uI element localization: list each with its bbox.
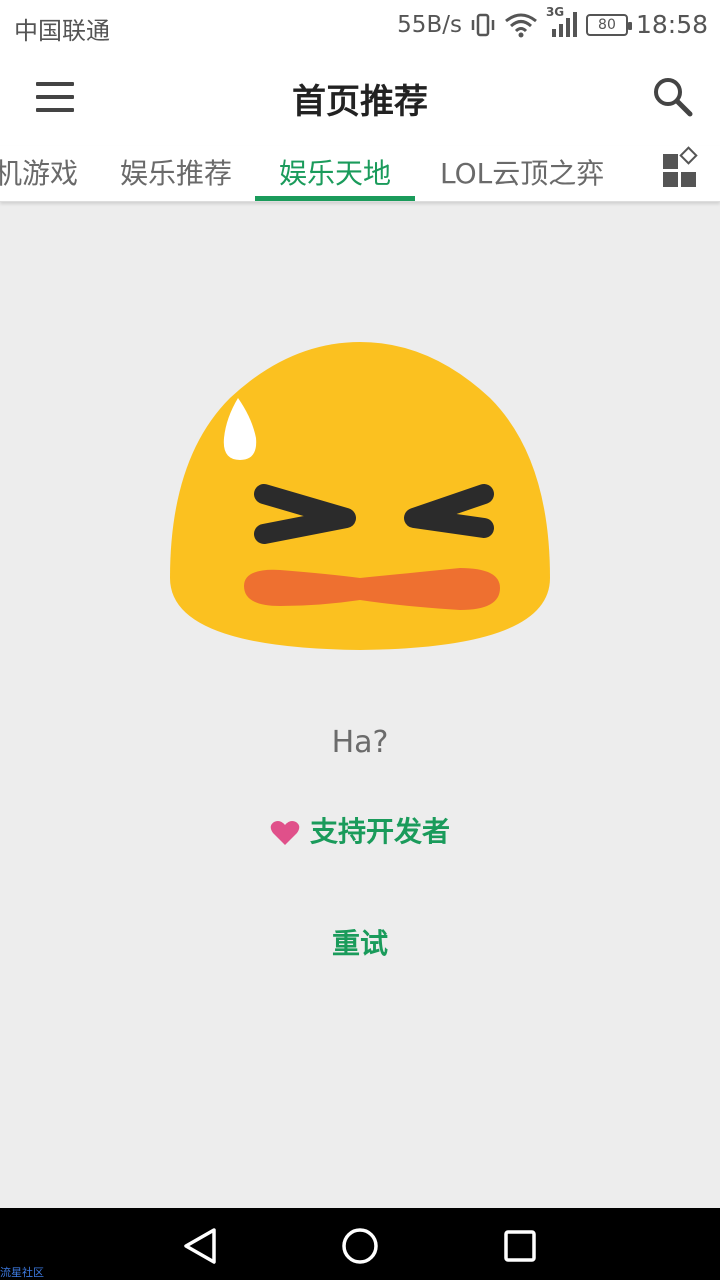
- carrier-name: 中国联通: [14, 17, 110, 45]
- tab-entertainment-recommend[interactable]: 娱乐推荐: [120, 152, 232, 192]
- cell-signal: 3G: [546, 5, 578, 39]
- clock: 18:58: [635, 10, 708, 39]
- status-icons: 55B/s 3G 80 18:58: [397, 5, 708, 40]
- back-button[interactable]: [178, 1224, 222, 1268]
- category-grid-icon: [648, 146, 698, 201]
- vibrate-icon: [471, 13, 495, 36]
- home-button[interactable]: [338, 1224, 382, 1268]
- error-message: Ha?: [331, 725, 389, 760]
- tab-more-button[interactable]: [648, 146, 720, 201]
- support-developer-link[interactable]: 支持开发者: [0, 810, 720, 850]
- tab-lol-tft[interactable]: LOL云顶之弈: [440, 152, 604, 192]
- tab-mobile-games[interactable]: 机游戏: [0, 152, 78, 192]
- tab-entertainment-world[interactable]: 娱乐天地: [279, 152, 391, 192]
- sweating-squinting-face-icon: [170, 342, 550, 650]
- search-icon: [654, 78, 693, 117]
- system-nav-bar: 流星社区: [0, 1208, 720, 1280]
- search-button[interactable]: [648, 72, 698, 122]
- home-circle-icon: [342, 1228, 378, 1264]
- signal-icon: [551, 11, 577, 37]
- category-tabs: 机游戏 娱乐推荐 娱乐天地 LOL云顶之弈 暴: [0, 146, 720, 202]
- top-app-bar: 首页推荐: [0, 50, 720, 146]
- status-bar: 中国联通 55B/s 3G 80 18:58: [0, 0, 720, 50]
- active-tab-indicator: [255, 196, 415, 201]
- net-speed: 55B/s: [397, 11, 462, 38]
- recents-square-icon: [504, 1230, 536, 1262]
- recents-button[interactable]: [498, 1224, 542, 1268]
- back-triangle-icon: [184, 1228, 216, 1264]
- heart-icon: [270, 821, 300, 845]
- wifi-icon: [505, 13, 537, 37]
- battery-indicator: 80: [585, 13, 632, 36]
- page-title: 首页推荐: [292, 82, 428, 122]
- retry-button[interactable]: 重试: [0, 922, 720, 962]
- watermark: 流星社区: [0, 1266, 44, 1279]
- support-developer-label: 支持开发者: [309, 815, 450, 848]
